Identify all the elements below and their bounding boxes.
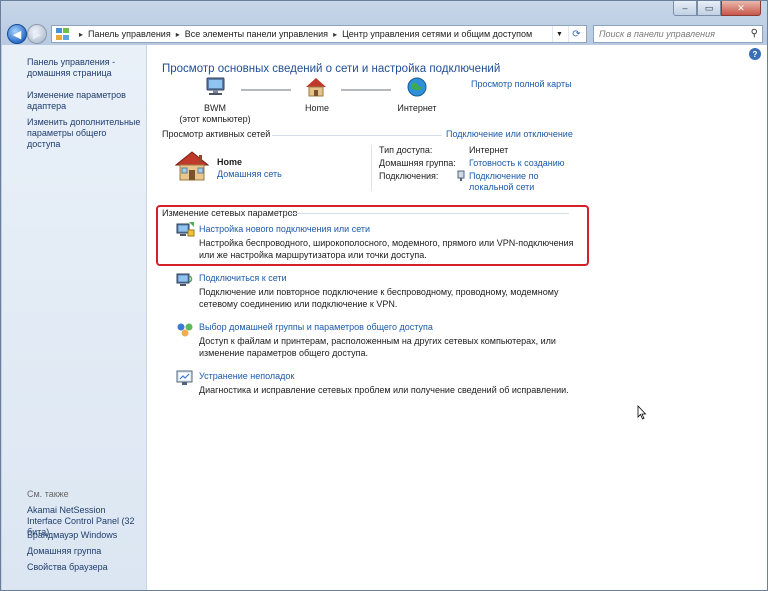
back-button[interactable]: ◀ (7, 24, 27, 44)
mouse-cursor-icon (637, 404, 647, 422)
task-new-connection-desc: Настройка беспроводного, широкополосного… (199, 238, 574, 260)
access-type-value: Интернет (469, 145, 509, 155)
connections-link[interactable]: Подключение по локальной сети (469, 171, 559, 193)
address-bar[interactable]: ▸ Панель управления ▸ Все элементы панел… (51, 25, 587, 43)
breadcrumb-item-control-panel[interactable]: Панель управления (88, 29, 171, 39)
home-network-icon (174, 151, 210, 181)
globe-icon (407, 77, 427, 97)
divider (371, 145, 372, 191)
access-type-label: Тип доступа: (379, 145, 433, 155)
search-input[interactable]: Поиск в панели управления ⚲ (593, 25, 763, 43)
task-new-connection-link[interactable]: Настройка нового подключения или сети (199, 224, 370, 234)
map-node-computer-label: BWM (204, 103, 226, 113)
help-icon[interactable]: ? (749, 48, 761, 60)
forward-arrow-icon: ▶ (32, 28, 42, 41)
task-homegroup-desc: Доступ к файлам и принтерам, расположенн… (199, 336, 556, 358)
connect-to-network-icon (175, 271, 195, 289)
homegroup-label: Домашняя группа: (379, 158, 456, 168)
sidebar-link-adapter-settings[interactable]: Изменение параметров адаптера (27, 90, 142, 112)
map-node-internet[interactable]: Интернет (387, 103, 447, 114)
close-button[interactable]: ✕ (721, 1, 761, 16)
see-also-title: См. также (27, 489, 69, 499)
troubleshoot-icon (175, 369, 195, 387)
navigation-bar: ◀ ▶ ▸ Панель управления ▸ Все элементы п… (1, 21, 767, 45)
task-homegroup-link[interactable]: Выбор домашней группы и параметров общег… (199, 322, 433, 332)
divider (272, 135, 442, 136)
breadcrumb: Панель управления ▸ Все элементы панели … (88, 29, 532, 39)
map-node-computer-sublabel: (этот компьютер) (179, 114, 251, 124)
active-networks-title: Просмотр активных сетей (162, 129, 271, 139)
sidebar-link-browser-properties[interactable]: Свойства браузера (27, 562, 142, 573)
network-adapter-icon (457, 170, 465, 183)
new-connection-icon (175, 221, 195, 239)
main-content: ? Просмотр основных сведений о сети и на… (147, 45, 767, 590)
search-icon[interactable]: ⚲ (751, 28, 758, 39)
task-troubleshoot-link[interactable]: Устранение неполадок (199, 371, 294, 381)
sidebar-link-home[interactable]: Панель управления - домашняя страница (27, 57, 142, 79)
sidebar: Панель управления - домашняя страница Из… (2, 45, 147, 590)
address-dropdown-button[interactable]: ▼ (552, 26, 566, 42)
breadcrumb-separator-icon[interactable]: ▸ (176, 30, 180, 39)
forward-button[interactable]: ▶ (27, 24, 47, 44)
breadcrumb-separator-icon[interactable]: ▸ (333, 30, 337, 39)
sidebar-link-sharing-settings[interactable]: Изменить дополнительные параметры общего… (27, 117, 142, 150)
homegroup-icon (175, 321, 195, 339)
minimize-button[interactable]: ‒ (673, 1, 697, 16)
maximize-button[interactable]: ▭ (697, 1, 721, 16)
homegroup-link[interactable]: Готовность к созданию (469, 158, 565, 168)
network-name: Home (217, 157, 243, 167)
view-full-map-link[interactable]: Просмотр полной карты (471, 79, 572, 89)
breadcrumb-item-all-items[interactable]: Все элементы панели управления (185, 29, 328, 39)
control-panel-icon (56, 28, 70, 40)
network-type-link[interactable]: Домашняя сеть (217, 169, 282, 179)
page-title: Просмотр основных сведений о сети и наст… (162, 63, 501, 75)
map-node-home[interactable]: Home (287, 103, 347, 114)
connect-disconnect-link[interactable]: Подключение или отключение (446, 129, 573, 139)
search-placeholder: Поиск в панели управления (599, 29, 715, 39)
back-arrow-icon: ◀ (12, 28, 22, 41)
sidebar-link-firewall[interactable]: Брандмауэр Windows (27, 530, 142, 541)
task-connect-link[interactable]: Подключиться к сети (199, 273, 287, 283)
refresh-icon: ⟳ (572, 28, 581, 40)
chevron-down-icon: ▼ (556, 30, 563, 38)
sidebar-link-homegroup[interactable]: Домашняя группа (27, 546, 142, 557)
refresh-button[interactable]: ⟳ (568, 26, 584, 42)
map-connection-line (241, 89, 291, 91)
task-connect-desc: Подключение или повторное подключение к … (199, 287, 559, 309)
computer-icon (205, 77, 227, 97)
home-network-icon (305, 77, 327, 97)
breadcrumb-item-network-center[interactable]: Центр управления сетями и общим доступом (342, 29, 532, 39)
map-node-computer[interactable]: BWM (этот компьютер) (175, 103, 255, 125)
breadcrumb-separator-icon[interactable]: ▸ (79, 30, 83, 39)
map-connection-line (341, 89, 391, 91)
caption-buttons: ‒ ▭ ✕ (673, 1, 761, 16)
window: ‒ ▭ ✕ ◀ ▶ ▸ Панель управления ▸ Все элем… (0, 0, 768, 591)
connections-label: Подключения: (379, 171, 439, 181)
task-troubleshoot-desc: Диагностика и исправление сетевых пробле… (199, 385, 569, 395)
